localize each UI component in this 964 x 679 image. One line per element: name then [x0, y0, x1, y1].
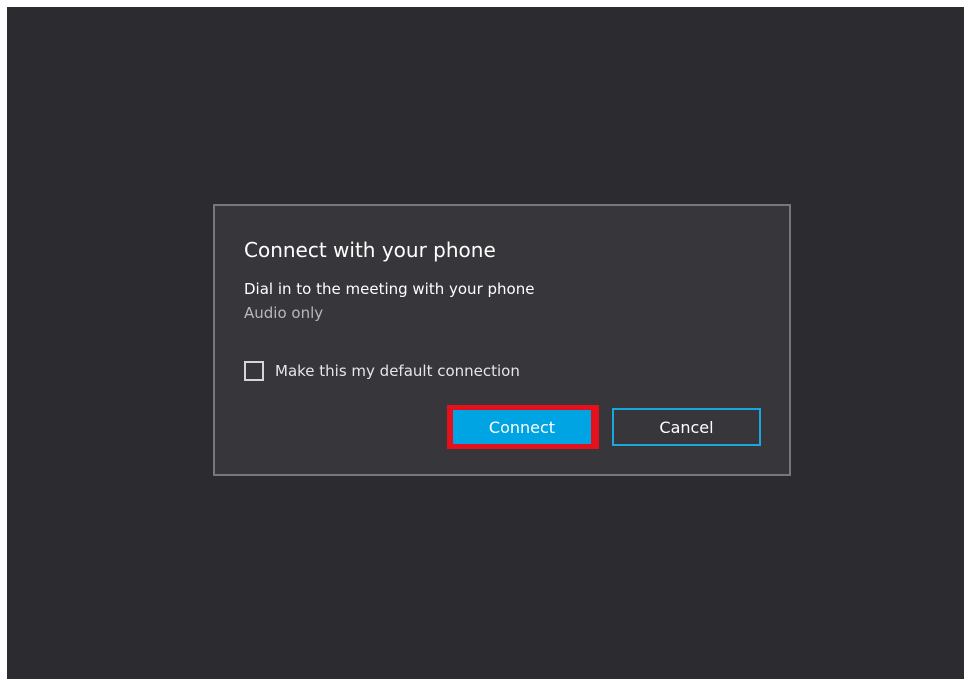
connect-phone-dialog: Connect with your phone Dial in to the m…: [213, 204, 791, 476]
dialog-title: Connect with your phone: [244, 238, 496, 262]
dialog-description: Dial in to the meeting with your phone: [244, 280, 535, 298]
app-background: Connect with your phone Dial in to the m…: [7, 7, 964, 679]
cancel-button[interactable]: Cancel: [612, 408, 761, 446]
dialog-subnote: Audio only: [244, 304, 324, 322]
connect-button[interactable]: Connect: [453, 410, 591, 444]
default-connection-checkbox[interactable]: Make this my default connection: [244, 359, 520, 383]
checkbox-box[interactable]: [244, 361, 264, 381]
default-connection-label[interactable]: Make this my default connection: [275, 362, 520, 380]
